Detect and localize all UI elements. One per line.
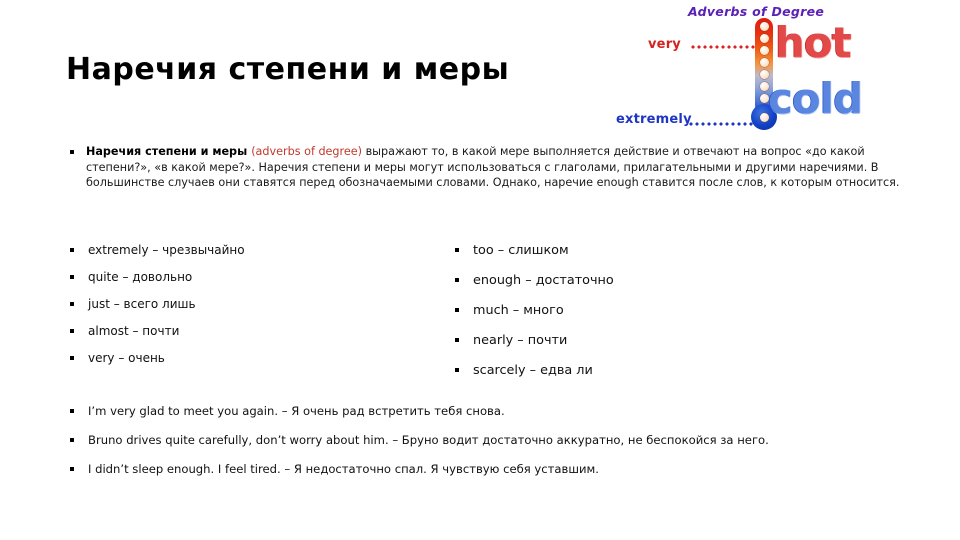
figure-label-extremely: extremely: [616, 112, 692, 127]
bullet-square-icon: [455, 338, 459, 342]
bullet-square-icon: [455, 368, 459, 372]
list-item: just – всего лишь: [66, 297, 466, 312]
list-item: quite – довольно: [66, 270, 466, 285]
bullet-square-icon: [70, 302, 74, 306]
list-item: almost – почти: [66, 324, 466, 339]
list-item: scarcely – едва ли: [451, 363, 851, 378]
bullet-square-icon: [70, 329, 74, 333]
bullet-square-icon: [455, 278, 459, 282]
thermometer-bead: [759, 34, 769, 43]
bullet-square-icon: [455, 248, 459, 252]
list-item: too – слишком: [451, 243, 851, 258]
figure-label-hot: hot: [775, 18, 852, 67]
list-item-label: scarcely – едва ли: [473, 363, 593, 378]
bullet-square-icon: [70, 409, 74, 413]
dotted-leader-blue-icon: [688, 122, 754, 126]
thermometer-bead: [759, 22, 769, 31]
example-sentence-text: I didn’t sleep enough. I feel tired. – Я…: [88, 462, 599, 476]
bullet-square-icon: [70, 438, 74, 442]
list-item-label: much – много: [473, 303, 564, 318]
vocabulary-lists: extremely – чрезвычайно quite – довольно…: [66, 243, 906, 378]
thermometer-bead: [759, 58, 769, 67]
page-title: Наречия степени и меры: [66, 52, 510, 87]
list-item: extremely – чрезвычайно: [66, 243, 466, 258]
bullet-square-icon: [70, 248, 74, 252]
list-item-label: enough – достаточно: [473, 273, 614, 288]
list-item: very – очень: [66, 351, 466, 366]
list-item-label: extremely – чрезвычайно: [88, 243, 245, 257]
list-item-label: almost – почти: [88, 324, 180, 338]
figure-caption: Adverbs of Degree: [688, 4, 825, 19]
bullet-square-icon: [455, 308, 459, 312]
bullet-square-icon: [70, 150, 74, 154]
bullet-square-icon: [70, 356, 74, 360]
list-item: enough – достаточно: [451, 273, 851, 288]
figure-label-cold: cold: [768, 74, 863, 123]
example-sentence-text: Bruno drives quite carefully, don’t worr…: [88, 433, 769, 447]
list-item-label: very – очень: [88, 351, 165, 365]
list-item-label: too – слишком: [473, 243, 569, 258]
list-item-label: nearly – почти: [473, 333, 568, 348]
intro-bullet-row: Наречия степени и меры (adverbs of degree…: [66, 144, 906, 191]
example-sentences: I’m very glad to meet you again. – Я оче…: [66, 404, 926, 491]
example-sentence-text: I’m very glad to meet you again. – Я оче…: [88, 404, 505, 418]
intro-lead-term: Наречия степени и меры: [86, 145, 248, 158]
list-item-label: quite – довольно: [88, 270, 193, 284]
adverbs-of-degree-figure: Adverbs of Degree very extremely hot col…: [616, 0, 960, 146]
intro-paragraph-block: Наречия степени и меры (adverbs of degree…: [66, 144, 906, 191]
intro-text: Наречия степени и меры (adverbs of degree…: [86, 144, 906, 191]
list-item: I’m very glad to meet you again. – Я оче…: [66, 404, 926, 419]
list-item: much – много: [451, 303, 851, 318]
thermometer-bead: [759, 46, 769, 55]
list-item: nearly – почти: [451, 333, 851, 348]
slide-root: Наречия степени и меры Adverbs of Degree…: [0, 0, 960, 540]
list-item-label: just – всего лишь: [88, 297, 196, 311]
vocabulary-column-right: too – слишком enough – достаточно much –…: [451, 243, 851, 393]
bullet-square-icon: [70, 467, 74, 471]
vocabulary-column-left: extremely – чрезвычайно quite – довольно…: [66, 243, 466, 378]
list-item: Bruno drives quite carefully, don’t worr…: [66, 433, 926, 448]
bullet-square-icon: [70, 275, 74, 279]
figure-label-very: very: [648, 37, 681, 52]
list-item: I didn’t sleep enough. I feel tired. – Я…: [66, 462, 926, 477]
intro-english-term: (adverbs of degree): [251, 145, 363, 158]
